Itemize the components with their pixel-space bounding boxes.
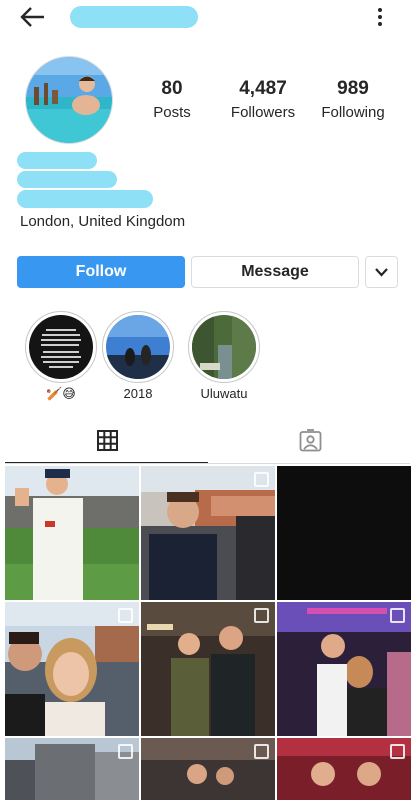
highlight-item[interactable]: 2018 [93,311,183,401]
more-options-icon[interactable] [370,6,390,28]
chevron-down-icon [366,268,397,290]
carousel-icon [254,608,269,623]
highlight-label: Uluwatu [200,386,248,401]
post-thumbnail[interactable] [5,602,139,736]
highlight-item[interactable]: Uluwatu [179,311,269,401]
post-thumbnail[interactable] [277,738,411,800]
carousel-icon [118,744,133,759]
carousel-icon [118,608,133,623]
bio-redaction-2 [17,190,153,208]
grid-icon [97,430,118,456]
following-count: 989 [337,78,369,99]
suggested-accounts-button[interactable] [365,256,398,288]
carousel-icon [254,472,269,487]
active-tab-indicator [5,462,208,463]
highlight-cover[interactable] [102,311,174,383]
carousel-icon [254,744,269,759]
posts-label: Posts [153,104,191,121]
followers-label: Followers [230,104,296,121]
following-label: Following [321,104,385,121]
tagged-person-icon [299,429,322,457]
bio-redaction-1 [17,171,117,188]
username-redaction [70,6,198,28]
tab-posts-grid[interactable] [5,424,208,464]
post-thumbnail[interactable] [141,602,275,736]
tab-divider [5,463,410,464]
back-arrow-icon[interactable] [18,4,48,30]
post-thumbnail[interactable] [277,466,411,600]
highlight-cover[interactable] [25,311,97,383]
post-thumbnail[interactable] [141,466,275,600]
name-redaction [17,152,97,169]
tab-tagged[interactable] [208,424,410,464]
highlight-cover[interactable] [188,311,260,383]
posts-count: 80 [161,78,183,99]
carousel-icon [390,608,405,623]
post-thumbnail[interactable] [5,738,139,800]
post-thumbnail[interactable] [5,466,139,600]
post-thumbnail[interactable] [277,602,411,736]
post-thumbnail[interactable] [141,738,275,800]
followers-stat[interactable]: 4,487 Followers [224,78,302,121]
profile-location: London, United Kingdom [20,213,186,230]
followers-count: 4,487 [239,78,287,99]
following-stat[interactable]: 989 Following [314,78,392,121]
follow-button[interactable]: Follow [17,256,185,288]
message-button[interactable]: Message [191,256,359,288]
avatar[interactable] [25,56,113,144]
carousel-icon [390,744,405,759]
posts-stat[interactable]: 80 Posts [140,78,204,121]
highlight-label: 2018 [123,386,153,401]
